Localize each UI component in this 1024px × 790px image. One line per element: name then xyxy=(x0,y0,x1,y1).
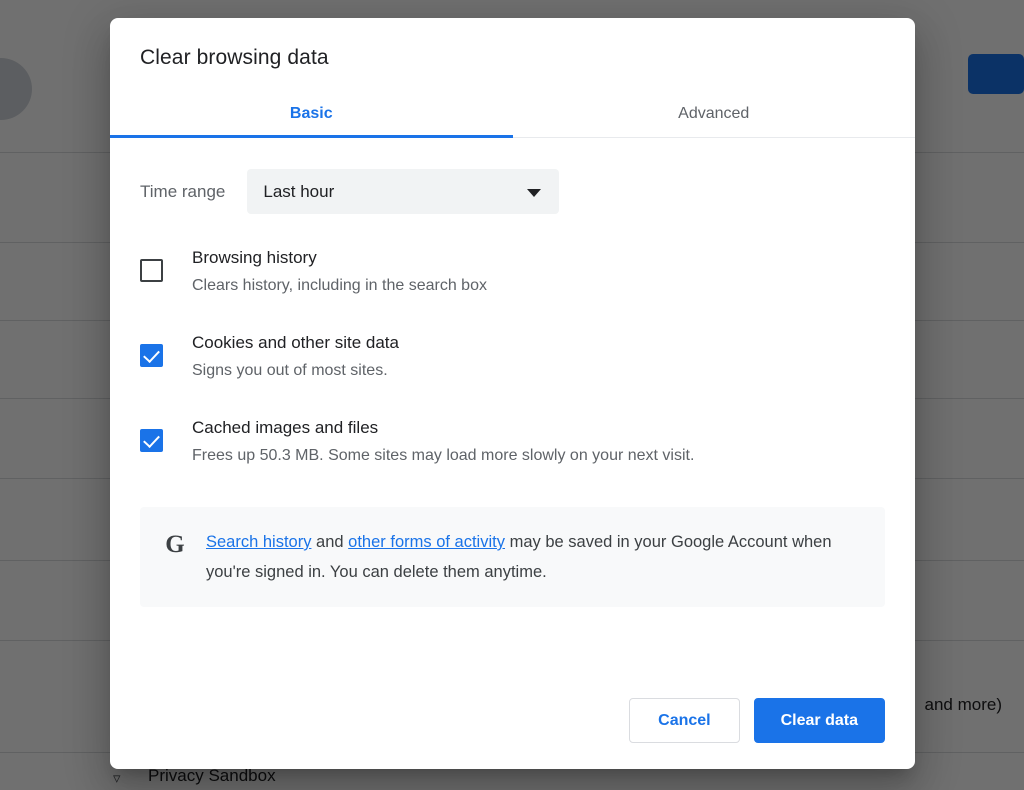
time-range-label: Time range xyxy=(140,182,225,202)
option-cookies[interactable]: Cookies and other site data Signs you ou… xyxy=(140,331,885,384)
search-history-link[interactable]: Search history xyxy=(206,533,311,551)
tab-advanced-label: Advanced xyxy=(678,105,749,123)
tab-active-indicator xyxy=(110,135,513,138)
option-browsing-history[interactable]: Browsing history Clears history, includi… xyxy=(140,246,885,299)
option-subtitle: Frees up 50.3 MB. Some sites may load mo… xyxy=(192,443,694,469)
checkbox-browsing-history[interactable] xyxy=(140,259,163,282)
clear-data-button-label: Clear data xyxy=(781,712,858,730)
option-title: Cached images and files xyxy=(192,416,694,440)
option-subtitle: Signs you out of most sites. xyxy=(192,358,399,384)
other-forms-of-activity-link[interactable]: other forms of activity xyxy=(348,533,505,551)
tab-advanced[interactable]: Advanced xyxy=(513,90,916,137)
google-g-logo: G xyxy=(160,531,190,559)
info-mid-text: and xyxy=(311,533,348,551)
tab-basic-label: Basic xyxy=(290,105,333,123)
clear-data-button[interactable]: Clear data xyxy=(754,698,885,743)
chevron-down-icon xyxy=(527,189,541,197)
time-range-select[interactable]: Last hour xyxy=(247,169,559,214)
time-range-row: Time range Last hour xyxy=(140,169,885,214)
option-subtitle: Clears history, including in the search … xyxy=(192,273,487,299)
dialog-title: Clear browsing data xyxy=(110,18,915,70)
checkbox-cached-images[interactable] xyxy=(140,429,163,452)
tab-basic[interactable]: Basic xyxy=(110,90,513,137)
option-title: Browsing history xyxy=(192,246,487,270)
cancel-button-label: Cancel xyxy=(658,712,710,730)
checkbox-cookies[interactable] xyxy=(140,344,163,367)
dialog-body: Time range Last hour Browsing history Cl… xyxy=(110,138,915,698)
dialog-footer: Cancel Clear data xyxy=(110,698,915,769)
option-cached-images[interactable]: Cached images and files Frees up 50.3 MB… xyxy=(140,416,885,469)
cancel-button[interactable]: Cancel xyxy=(629,698,739,743)
clear-browsing-data-dialog: Clear browsing data Basic Advanced Time … xyxy=(110,18,915,769)
time-range-value: Last hour xyxy=(263,182,334,202)
google-account-info-box: G Search history and other forms of acti… xyxy=(140,507,885,607)
tab-bar: Basic Advanced xyxy=(110,90,915,138)
option-title: Cookies and other site data xyxy=(192,331,399,355)
google-account-info-text: Search history and other forms of activi… xyxy=(206,527,863,587)
